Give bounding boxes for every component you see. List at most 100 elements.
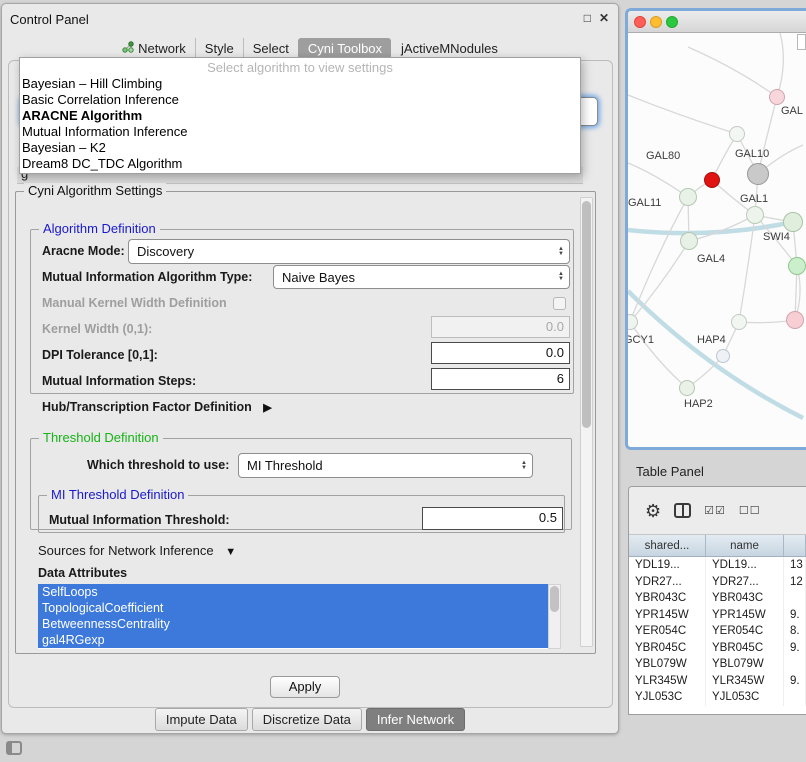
table-row[interactable]: YBL079WYBL079W (629, 656, 806, 673)
tab-infer-network[interactable]: Infer Network (366, 708, 465, 731)
close-traffic-light-icon[interactable] (634, 16, 646, 28)
table-row[interactable]: YLR345WYLR345W9. (629, 673, 806, 690)
which-threshold-dropdown[interactable]: MI Threshold ▲ ▼ (238, 453, 533, 478)
popup-placeholder: Select algorithm to view settings (20, 59, 580, 76)
tab-impute-data[interactable]: Impute Data (155, 708, 248, 731)
down-triangle-icon: ▼ (558, 277, 564, 282)
table-cell: 8. (784, 623, 806, 640)
network-node[interactable] (746, 206, 764, 224)
network-node[interactable] (679, 380, 695, 396)
sources-section-toggle[interactable]: Sources for Network Inference ▼ (38, 543, 236, 558)
kernel-width-field[interactable]: 0.0 (431, 316, 570, 338)
data-attributes-label: Data Attributes (38, 566, 127, 580)
tab-label: Style (205, 41, 234, 56)
network-node[interactable] (783, 212, 803, 232)
table-panel-title: Table Panel (636, 464, 704, 479)
attributes-scrollbar[interactable] (548, 584, 561, 649)
table-header-row: shared... name (629, 535, 806, 557)
network-node[interactable] (716, 349, 730, 363)
table-row[interactable]: YJL053CYJL053C (629, 689, 806, 706)
checked-columns-icon[interactable]: ☑☑ (704, 504, 726, 517)
algorithm-definition-legend: Algorithm Definition (39, 221, 160, 236)
table-row[interactable]: YPR145WYPR145W9. (629, 607, 806, 624)
algorithm-option[interactable]: Mutual Information Inference (20, 124, 580, 140)
mi-steps-label: Mutual Information Steps: (42, 374, 196, 388)
algorithm-option[interactable]: Bayesian – K2 (20, 140, 580, 156)
unchecked-columns-icon[interactable]: ☐☐ (739, 504, 761, 517)
network-scrollbar[interactable] (797, 34, 806, 50)
attributes-scrollbar-thumb[interactable] (550, 586, 559, 612)
algorithm-option[interactable]: Basic Correlation Inference (20, 92, 580, 108)
table-cell: YBR045C (629, 640, 706, 657)
manual-kernel-checkbox[interactable] (553, 297, 566, 310)
table-cell: YBL079W (629, 656, 706, 673)
data-attribute-item[interactable]: TopologicalCoefficient (38, 600, 548, 616)
data-attribute-item[interactable]: SelfLoops (38, 584, 548, 600)
dpi-tolerance-label: DPI Tolerance [0,1]: (42, 348, 158, 362)
algorithm-option[interactable]: ARACNE Algorithm (20, 108, 580, 124)
network-node[interactable] (729, 126, 745, 142)
table-row[interactable]: YBR043CYBR043C (629, 590, 806, 607)
tab-jactivemnodules[interactable]: jActiveMNodules (391, 38, 507, 59)
settings-scrollbar[interactable] (580, 197, 593, 647)
tab-label: Cyni Toolbox (308, 41, 382, 56)
close-icon[interactable]: ✕ (599, 11, 609, 25)
data-attribute-item[interactable]: BetweennessCentrality (38, 616, 548, 632)
tab-cyni-toolbox[interactable]: Cyni Toolbox (298, 38, 391, 59)
network-node[interactable] (679, 188, 697, 206)
data-attribute-item[interactable]: gal4RGexp (38, 632, 548, 648)
table-panel-window: ⚙ ☑☑ ☐☐ shared... name YDL19...YDL19...1… (628, 486, 806, 715)
network-node[interactable] (747, 163, 769, 185)
table-cell: YDR27... (629, 574, 706, 591)
network-node[interactable] (731, 314, 747, 330)
network-node-label: HAP4 (697, 334, 726, 346)
table-row[interactable]: YER054CYER054C8. (629, 623, 806, 640)
tab-discretize-data[interactable]: Discretize Data (252, 708, 362, 731)
algorithm-option[interactable]: Bayesian – Hill Climbing (20, 76, 580, 92)
which-threshold-label: Which threshold to use: (87, 458, 229, 472)
mi-type-dropdown[interactable]: Naive Bayes ▲ ▼ (273, 265, 570, 289)
table-cell (784, 656, 806, 673)
tab-style[interactable]: Style (195, 38, 243, 59)
tab-select[interactable]: Select (243, 38, 298, 59)
table-cell: 9. (784, 640, 806, 657)
column-header[interactable] (784, 535, 806, 556)
table-cell: YPR145W (629, 607, 706, 624)
network-node[interactable] (704, 172, 720, 188)
settings-scrollbar-thumb[interactable] (582, 201, 591, 428)
network-node[interactable] (786, 311, 804, 329)
mi-threshold-field[interactable]: 0.5 (422, 507, 563, 530)
network-node[interactable] (788, 257, 806, 275)
algorithm-popup: Select algorithm to view settings Bayesi… (19, 57, 581, 174)
apply-button[interactable]: Apply (270, 676, 340, 698)
table-row[interactable]: YDR27...YDR27...12 (629, 574, 806, 591)
column-header[interactable]: name (706, 535, 784, 556)
minimize-traffic-light-icon[interactable] (650, 16, 662, 28)
zoom-traffic-light-icon[interactable] (666, 16, 678, 28)
table-cell: YJL053C (706, 689, 784, 706)
network-node-label: HAP2 (684, 398, 713, 410)
algorithm-option[interactable]: Dream8 DC_TDC Algorithm (20, 156, 580, 172)
mi-type-label: Mutual Information Algorithm Type: (42, 270, 252, 284)
hub-section-toggle[interactable]: Hub/Transcription Factor Definition ▶ (42, 400, 272, 414)
column-header[interactable]: shared... (629, 535, 706, 556)
table-cell: YBR045C (706, 640, 784, 657)
table-cell: YLR345W (629, 673, 706, 690)
table-row[interactable]: YDL19...YDL19...13 (629, 557, 806, 574)
table-cell: YBR043C (706, 590, 784, 607)
table-row[interactable]: YBR045CYBR045C9. (629, 640, 806, 657)
gear-icon[interactable]: ⚙ (645, 502, 661, 520)
dpi-tolerance-field[interactable]: 0.0 (431, 342, 570, 364)
columns-icon[interactable] (674, 503, 691, 518)
table-cell: YJL053C (629, 689, 706, 706)
network-window-titlebar[interactable] (628, 11, 806, 33)
aracne-mode-dropdown[interactable]: Discovery ▲ ▼ (128, 239, 570, 264)
network-canvas[interactable]: GALGAL80GAL10GAL11GAL1SWI4GAL4GCY1HAP4HA… (628, 33, 806, 447)
network-node[interactable] (769, 89, 785, 105)
show-panel-icon[interactable] (6, 741, 22, 755)
tab-network[interactable]: Network (113, 38, 195, 59)
network-node[interactable] (680, 232, 698, 250)
table-cell: YLR345W (706, 673, 784, 690)
float-window-icon[interactable]: □ (584, 11, 591, 25)
mi-steps-field[interactable]: 6 (431, 368, 570, 390)
